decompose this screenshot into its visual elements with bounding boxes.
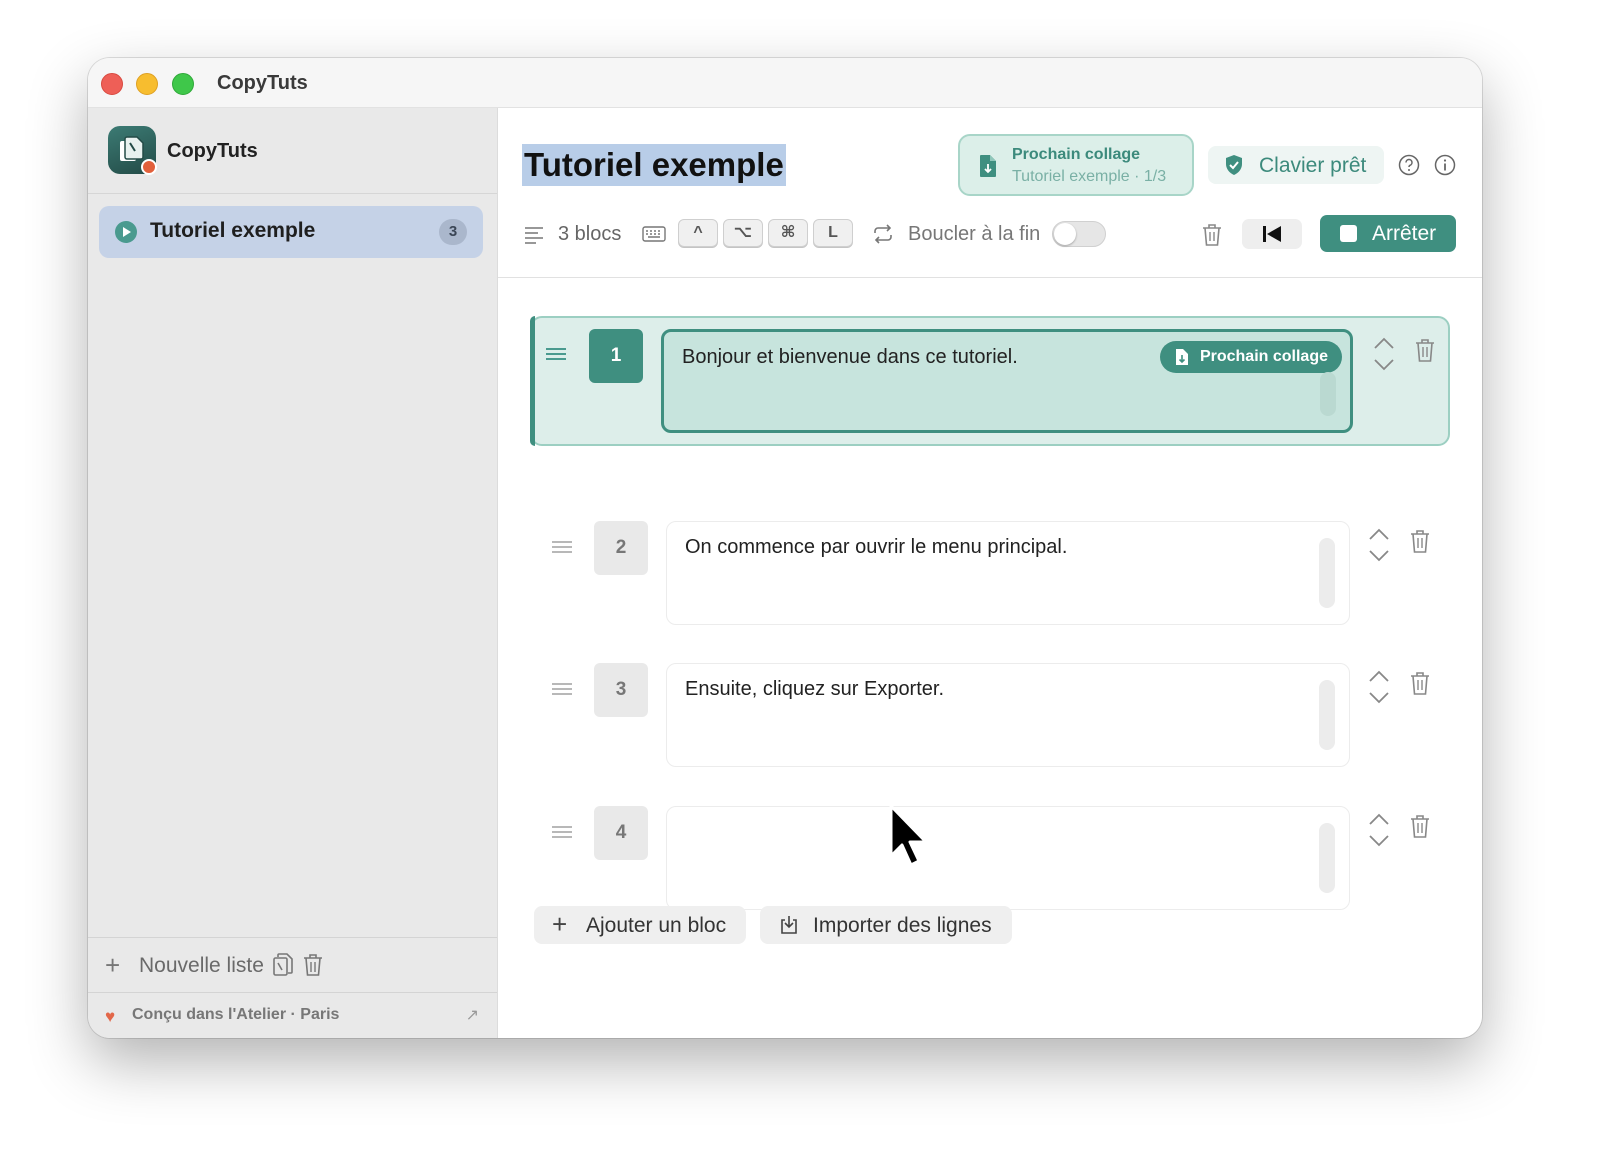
- next-paste-label: Prochain collage: [1012, 146, 1141, 163]
- block-text: On commence par ouvrir le menu principal…: [685, 536, 1068, 558]
- info-icon[interactable]: [1434, 154, 1456, 176]
- plus-icon: +: [552, 909, 568, 939]
- trash-icon[interactable]: [1414, 338, 1436, 364]
- sidebar-footer: + Nouvelle liste: [88, 937, 497, 992]
- app-logo-icon: [108, 126, 157, 175]
- block-text-field[interactable]: [666, 806, 1350, 910]
- block-number: 2: [594, 521, 648, 575]
- lines-icon: [525, 227, 543, 244]
- document-icon: [980, 155, 996, 177]
- keyboard-status-badge: Clavier prêt: [1208, 146, 1384, 184]
- drag-handle-icon[interactable]: [552, 826, 572, 838]
- add-block-label: Ajouter un bloc: [586, 914, 727, 937]
- block-number: 4: [594, 806, 648, 860]
- heart-icon: ♥: [105, 1007, 116, 1026]
- trash-icon[interactable]: [1201, 223, 1223, 247]
- credit-bar[interactable]: ♥ Conçu dans l'Atelier · Paris ↗: [88, 992, 497, 1038]
- block-row: 1 Bonjour et bienvenue dans ce tutoriel.…: [498, 316, 1482, 446]
- import-lines-label: Importer des lignes: [813, 914, 992, 937]
- title-bar: CopyTuts: [88, 58, 1482, 108]
- skip-back-icon: [1263, 226, 1281, 242]
- play-icon: [115, 221, 137, 243]
- sidebar-item-count-badge: 3: [439, 219, 467, 245]
- app-window: CopyTuts CopyTuts Tutoriel exemple 3 + N…: [88, 58, 1482, 1038]
- reorder-chevrons-icon[interactable]: [1367, 669, 1391, 705]
- minimize-window-button[interactable]: [136, 73, 158, 95]
- block-row: 2 On commence par ouvrir le menu princip…: [498, 521, 1482, 641]
- toggle-knob: [1054, 223, 1076, 245]
- copy-icon[interactable]: [272, 952, 294, 978]
- sidebar-app-name: CopyTuts: [167, 140, 258, 162]
- reorder-chevrons-icon[interactable]: [1367, 812, 1391, 848]
- stop-button[interactable]: Arrêter: [1320, 215, 1456, 252]
- status-dot: [141, 159, 157, 175]
- block-text-field[interactable]: Ensuite, cliquez sur Exporter.: [666, 663, 1350, 767]
- block-text: Bonjour et bienvenue dans ce tutoriel.: [682, 346, 1018, 368]
- sidebar-item-tutoriel-exemple[interactable]: Tutoriel exemple 3: [99, 206, 483, 258]
- next-paste-badge: Prochain collage: [1159, 341, 1342, 373]
- close-window-button[interactable]: [101, 73, 123, 95]
- loop-icon: [874, 224, 892, 244]
- trash-icon[interactable]: [302, 952, 324, 978]
- block-text-field[interactable]: Bonjour et bienvenue dans ce tutoriel. P…: [661, 329, 1353, 433]
- shield-check-icon: [1226, 155, 1242, 175]
- reorder-chevrons-icon[interactable]: [1372, 336, 1396, 372]
- import-lines-button[interactable]: Importer des lignes: [760, 906, 1012, 944]
- main-header: Tutoriel exemple Prochain collage Tutori…: [498, 108, 1482, 278]
- mouse-pointer-icon: [889, 804, 928, 867]
- stop-button-label: Arrêter: [1372, 222, 1437, 245]
- active-block-accent-bar: [530, 316, 535, 446]
- shortcut-key-command[interactable]: ⌘: [768, 219, 808, 247]
- page-title[interactable]: Tutoriel exemple: [522, 144, 786, 186]
- add-block-button[interactable]: + Ajouter un bloc: [534, 906, 746, 944]
- sidebar-header: CopyTuts: [88, 108, 497, 194]
- window-title: CopyTuts: [217, 72, 308, 94]
- keyboard-status-text: Clavier prêt: [1259, 154, 1367, 177]
- sidebar: CopyTuts Tutoriel exemple 3 + Nouvelle l…: [88, 108, 498, 1038]
- scrollbar[interactable]: [1319, 680, 1335, 750]
- plus-icon: +: [105, 950, 121, 980]
- document-icon: [1175, 349, 1188, 365]
- help-icon[interactable]: [1398, 154, 1420, 176]
- scrollbar[interactable]: [1319, 823, 1335, 893]
- trash-icon[interactable]: [1409, 671, 1431, 697]
- scrollbar[interactable]: [1320, 372, 1336, 416]
- next-paste-badge-label: Prochain collage: [1199, 348, 1328, 365]
- block-number: 3: [594, 663, 648, 717]
- blocks-count: 3 blocs: [558, 223, 622, 245]
- shortcut-key-option[interactable]: ⌥: [723, 219, 763, 247]
- reorder-chevrons-icon[interactable]: [1367, 527, 1391, 563]
- block-text: Ensuite, cliquez sur Exporter.: [685, 678, 945, 700]
- credit-text: Conçu dans l'Atelier · Paris: [132, 1006, 340, 1023]
- drag-handle-icon[interactable]: [552, 541, 572, 553]
- next-paste-detail: Tutoriel exemple · 1/3: [1012, 168, 1167, 185]
- drag-handle-icon[interactable]: [552, 683, 572, 695]
- scrollbar[interactable]: [1319, 538, 1335, 608]
- loop-label: Boucler à la fin: [908, 223, 1041, 245]
- trash-icon[interactable]: [1409, 529, 1431, 555]
- shortcut-key-control[interactable]: ^: [678, 219, 718, 247]
- block-row: 3 Ensuite, cliquez sur Exporter.: [498, 663, 1482, 783]
- arrow-up-right-icon: ↗: [465, 1007, 479, 1024]
- drag-handle-icon[interactable]: [546, 348, 566, 360]
- block-number: 1: [589, 329, 643, 383]
- next-paste-card[interactable]: Prochain collage Tutoriel exemple · 1/3: [958, 134, 1194, 196]
- import-icon: [781, 916, 797, 934]
- sidebar-item-label: Tutoriel exemple: [150, 219, 316, 242]
- new-list-button[interactable]: Nouvelle liste: [139, 954, 264, 978]
- keyboard-icon: [642, 226, 666, 242]
- loop-toggle[interactable]: [1052, 221, 1106, 247]
- stop-icon: [1340, 225, 1357, 242]
- restart-button[interactable]: [1242, 219, 1302, 249]
- block-text-field[interactable]: On commence par ouvrir le menu principal…: [666, 521, 1350, 625]
- zoom-window-button[interactable]: [172, 73, 194, 95]
- shortcut-key-l[interactable]: L: [813, 219, 853, 247]
- main-panel: Tutoriel exemple Prochain collage Tutori…: [498, 108, 1482, 1038]
- trash-icon[interactable]: [1409, 814, 1431, 840]
